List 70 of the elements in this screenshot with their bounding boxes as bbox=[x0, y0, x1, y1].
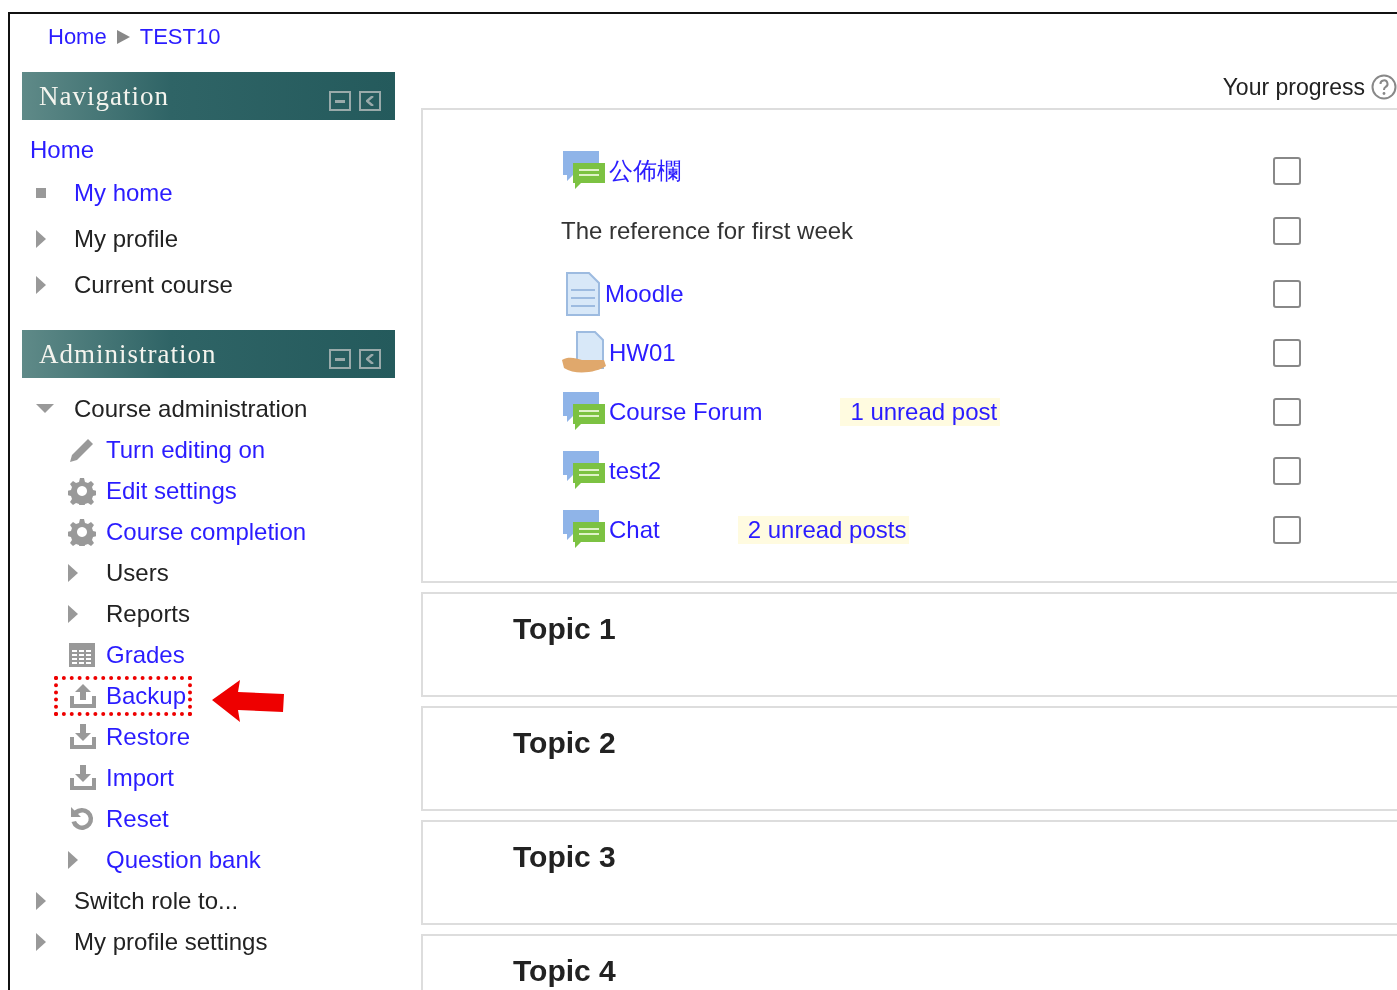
menu-link[interactable]: Course completion bbox=[106, 517, 307, 546]
expanded-arrow-icon[interactable] bbox=[36, 403, 54, 414]
description-text: The reference for first week bbox=[561, 217, 854, 245]
progress-label: Your progress bbox=[1222, 73, 1365, 101]
activity-link[interactable]: Moodle bbox=[605, 279, 684, 308]
unread-posts-link[interactable]: 2 unread posts bbox=[737, 515, 910, 544]
breadcrumb-link[interactable]: Home bbox=[48, 24, 107, 50]
pointer-arrow-icon bbox=[210, 677, 286, 724]
topic-title: Topic 3 bbox=[513, 840, 617, 874]
block-title: Navigation bbox=[39, 80, 169, 112]
collapsed-arrow-icon[interactable] bbox=[68, 563, 78, 582]
minimize-button[interactable] bbox=[329, 91, 351, 111]
menu-link[interactable]: Course administration bbox=[74, 394, 308, 423]
menu-link[interactable]: Reset bbox=[106, 804, 169, 833]
breadcrumb-separator-icon bbox=[116, 30, 130, 44]
completion-checkbox[interactable] bbox=[1273, 515, 1301, 544]
dock-button[interactable] bbox=[359, 349, 381, 369]
table-icon bbox=[68, 641, 96, 668]
menu-link[interactable]: Home bbox=[30, 136, 95, 164]
completion-checkbox[interactable] bbox=[1273, 157, 1301, 185]
completion-checkbox[interactable] bbox=[1273, 456, 1301, 485]
menu-link[interactable]: Backup bbox=[106, 681, 187, 710]
minus-icon bbox=[335, 99, 345, 103]
menu-link[interactable]: Reports bbox=[106, 599, 191, 628]
completion-checkbox[interactable] bbox=[1273, 397, 1301, 426]
menu-link[interactable]: Question bank bbox=[106, 845, 261, 874]
minimize-button[interactable] bbox=[329, 349, 351, 369]
menu-link[interactable]: My profile settings bbox=[74, 927, 268, 956]
activity-link[interactable]: Course Forum bbox=[609, 397, 763, 426]
collapsed-arrow-icon[interactable] bbox=[68, 604, 78, 623]
breadcrumb-link[interactable]: TEST10 bbox=[139, 24, 221, 50]
topic-title: Topic 4 bbox=[513, 954, 617, 988]
menu-link[interactable]: Edit settings bbox=[106, 476, 237, 505]
completion-checkbox[interactable] bbox=[1273, 338, 1301, 367]
menu-link[interactable]: My home bbox=[74, 179, 173, 207]
collapsed-arrow-icon[interactable] bbox=[36, 230, 46, 248]
menu-link[interactable]: Switch role to... bbox=[74, 886, 239, 915]
reset-icon bbox=[68, 804, 96, 833]
collapsed-arrow-icon[interactable] bbox=[36, 932, 46, 951]
menu-link[interactable]: Grades bbox=[106, 640, 185, 669]
minus-icon bbox=[335, 357, 345, 361]
menu-link[interactable]: Current course bbox=[74, 271, 233, 299]
download-icon bbox=[68, 763, 98, 792]
help-icon[interactable] bbox=[1371, 74, 1397, 100]
unread-posts-link[interactable]: 1 unread post bbox=[840, 397, 1001, 426]
menu-link[interactable]: Turn editing on bbox=[106, 435, 266, 464]
activity-link[interactable]: Chat bbox=[609, 515, 660, 544]
completion-checkbox[interactable] bbox=[1273, 217, 1301, 245]
activity-link[interactable]: 公佈欄 bbox=[609, 155, 681, 187]
activity-link[interactable]: HW01 bbox=[609, 338, 676, 367]
gear-icon bbox=[68, 476, 96, 505]
gear-icon bbox=[68, 517, 96, 546]
chevron-left-icon bbox=[366, 354, 374, 364]
menu-link[interactable]: My profile bbox=[74, 225, 179, 253]
dock-button[interactable] bbox=[359, 91, 381, 111]
menu-link[interactable]: Users bbox=[106, 558, 169, 587]
bullet-icon bbox=[36, 188, 46, 198]
collapsed-arrow-icon[interactable] bbox=[36, 891, 46, 910]
topic-title: Topic 1 bbox=[513, 612, 617, 646]
activity-link[interactable]: test2 bbox=[609, 456, 662, 485]
block-title: Administration bbox=[39, 338, 217, 370]
download-icon bbox=[68, 722, 98, 751]
menu-link[interactable]: Import bbox=[106, 763, 174, 792]
collapsed-arrow-icon[interactable] bbox=[36, 276, 46, 294]
upload-icon bbox=[68, 681, 98, 710]
topic-title: Topic 2 bbox=[513, 726, 617, 760]
completion-checkbox[interactable] bbox=[1273, 279, 1301, 308]
chevron-left-icon bbox=[366, 96, 374, 106]
collapsed-arrow-icon[interactable] bbox=[68, 850, 78, 869]
menu-link[interactable]: Restore bbox=[106, 722, 191, 751]
